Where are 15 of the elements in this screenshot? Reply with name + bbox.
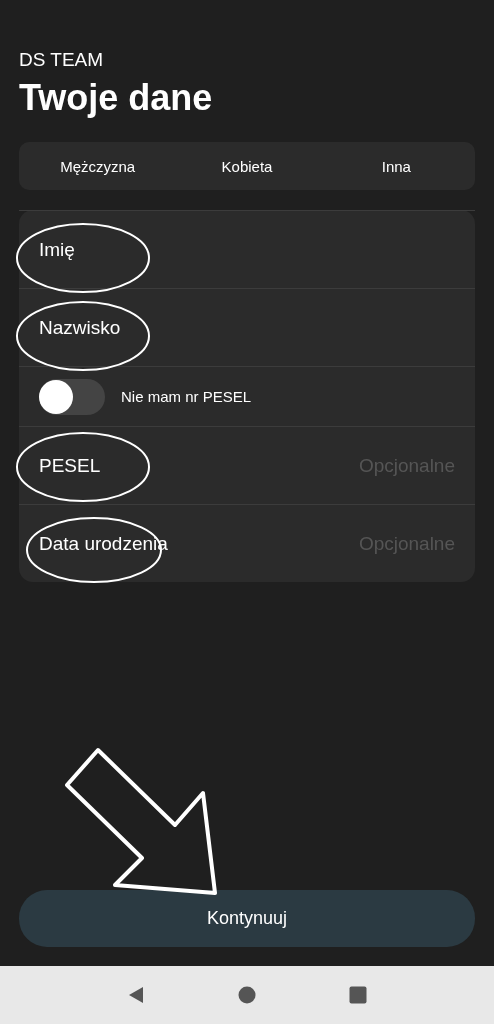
gender-tab[interactable]: Kobieta: [172, 146, 322, 186]
brand-name: DS TEAM: [19, 49, 104, 71]
toggle-switch[interactable]: [39, 378, 105, 415]
continue-button[interactable]: Kontynuuj: [19, 890, 475, 947]
home-icon[interactable]: [238, 986, 256, 1004]
input-field[interactable]: Nazwisko: [19, 288, 475, 366]
toggle-label: Nie mam nr PESEL: [121, 388, 252, 405]
field-label: Nazwisko: [39, 316, 121, 339]
recents-icon[interactable]: [349, 986, 368, 1004]
input-field[interactable]: Imię: [19, 210, 475, 288]
field-label: PESEL: [39, 454, 101, 477]
gender-tab[interactable]: Inna: [321, 146, 471, 186]
page-title: Twoje dane: [19, 77, 213, 119]
gender-tab[interactable]: Mężczyzna: [23, 146, 173, 186]
field-label: Imię: [39, 238, 75, 261]
